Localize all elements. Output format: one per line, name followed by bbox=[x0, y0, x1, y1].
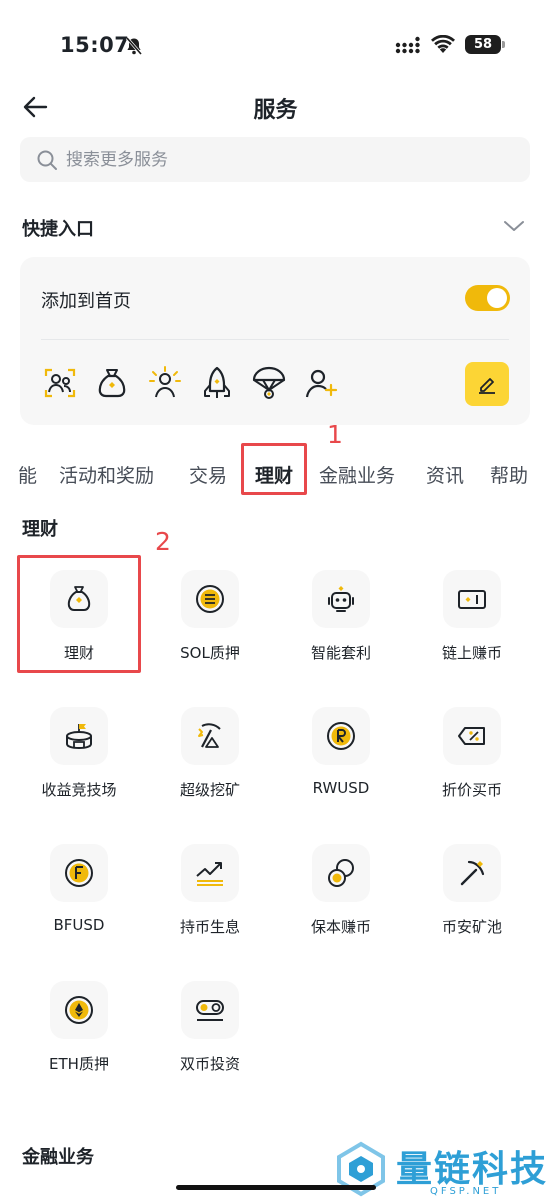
quick-entry-title: 快捷入口 bbox=[22, 219, 94, 240]
service-yield-arena[interactable]: 收益竞技场 bbox=[14, 707, 144, 827]
search-icon bbox=[37, 150, 57, 170]
robot-icon bbox=[328, 586, 354, 612]
sun-person-icon[interactable] bbox=[147, 365, 183, 401]
watermark: 量链科技 QFSP.NET bbox=[332, 1138, 551, 1200]
search-bar[interactable] bbox=[20, 137, 530, 182]
bell-muted-icon bbox=[125, 37, 143, 55]
tab-activities-rewards[interactable]: 活动和奖励 bbox=[59, 461, 154, 488]
divider bbox=[41, 339, 509, 340]
service-dual-investment[interactable]: 双币投资 bbox=[145, 981, 275, 1101]
tab-financial-business[interactable]: 金融业务 bbox=[319, 461, 395, 488]
annotation-number-1: 1 bbox=[327, 420, 343, 449]
home-indicator bbox=[176, 1185, 376, 1190]
cellular-signal-icon bbox=[395, 36, 420, 54]
watermark-text: 量链科技 bbox=[396, 1149, 549, 1190]
service-tile bbox=[181, 844, 239, 902]
edit-button[interactable] bbox=[465, 362, 509, 406]
service-principal-protected[interactable]: 保本赚币 bbox=[276, 844, 406, 964]
arena-flag-icon bbox=[66, 724, 92, 750]
service-tile bbox=[181, 570, 239, 628]
rocket-icon[interactable] bbox=[199, 365, 235, 401]
service-super-mining[interactable]: 超级挖矿 bbox=[145, 707, 275, 827]
discount-tag-icon bbox=[458, 727, 485, 745]
service-tile bbox=[443, 707, 501, 765]
add-user-icon[interactable] bbox=[303, 365, 339, 401]
annotation-number-2: 2 bbox=[155, 527, 171, 556]
service-label: ETH质押 bbox=[49, 1055, 109, 1073]
service-label: 双币投资 bbox=[179, 1055, 240, 1073]
service-label: 持币生息 bbox=[179, 918, 240, 936]
service-label: 币安矿池 bbox=[441, 918, 502, 936]
onchain-wallet-icon bbox=[458, 590, 486, 609]
battery-indicator: 58 bbox=[465, 35, 505, 54]
service-binance-pool[interactable]: 币安矿池 bbox=[407, 844, 537, 964]
dual-coin-icon bbox=[196, 1000, 224, 1021]
search-input[interactable] bbox=[66, 137, 506, 182]
section-title-finance: 理财 bbox=[22, 519, 58, 540]
bfusd-coin-icon bbox=[65, 859, 93, 887]
coins-icon bbox=[328, 859, 354, 887]
service-discount-buy[interactable]: 折价买币 bbox=[407, 707, 537, 827]
service-bfusd[interactable]: BFUSD bbox=[14, 844, 144, 964]
watermark-subtext: QFSP.NET bbox=[430, 1186, 502, 1197]
service-eth-staking[interactable]: ETH质押 bbox=[14, 981, 144, 1101]
money-bag-icon[interactable] bbox=[94, 365, 130, 401]
annotation-box-2 bbox=[17, 555, 141, 673]
service-label: 超级挖矿 bbox=[179, 781, 240, 799]
service-label: BFUSD bbox=[53, 916, 105, 934]
annotation-box-1 bbox=[241, 443, 307, 495]
service-label: RWUSD bbox=[312, 779, 370, 797]
service-tile bbox=[443, 844, 501, 902]
service-tile bbox=[443, 570, 501, 628]
eth-coin-icon bbox=[65, 996, 93, 1024]
tab-trading[interactable]: 交易 bbox=[189, 461, 227, 488]
service-smart-arbitrage[interactable]: 智能套利 bbox=[276, 570, 406, 690]
mining-pickaxe-icon bbox=[198, 723, 221, 748]
service-label: 折价买币 bbox=[441, 781, 502, 799]
service-sol-staking[interactable]: SOL质押 bbox=[145, 570, 275, 690]
service-label: SOL质押 bbox=[180, 644, 240, 662]
service-label: 收益竞技场 bbox=[41, 781, 117, 799]
service-tile bbox=[50, 707, 108, 765]
service-rwusd[interactable]: RWUSD bbox=[276, 707, 406, 827]
service-tile bbox=[312, 844, 370, 902]
service-label: 保本赚币 bbox=[310, 918, 371, 936]
service-tile bbox=[50, 981, 108, 1039]
tab-help[interactable]: 帮助 bbox=[490, 461, 528, 488]
rwusd-coin-icon bbox=[327, 722, 355, 750]
profile-scan-icon[interactable] bbox=[42, 365, 78, 401]
service-onchain-earn[interactable]: 链上赚币 bbox=[407, 570, 537, 690]
add-to-home-toggle[interactable] bbox=[465, 285, 510, 311]
sol-coin-icon bbox=[196, 585, 224, 613]
service-tile bbox=[181, 707, 239, 765]
service-tile bbox=[312, 570, 370, 628]
service-hold-interest[interactable]: 持币生息 bbox=[145, 844, 275, 964]
wifi-icon bbox=[431, 35, 455, 53]
tab-function[interactable]: 能 bbox=[18, 461, 37, 488]
tab-news[interactable]: 资讯 bbox=[426, 461, 464, 488]
toggle-knob bbox=[487, 288, 507, 308]
service-tile bbox=[181, 981, 239, 1039]
status-time: 15:07 bbox=[60, 33, 130, 57]
section-title-financial-business: 金融业务 bbox=[22, 1147, 94, 1168]
edit-pencil-icon bbox=[479, 378, 495, 394]
service-label: 智能套利 bbox=[310, 644, 371, 662]
service-label: 链上赚币 bbox=[441, 644, 502, 662]
parachute-icon[interactable] bbox=[251, 365, 287, 401]
service-tile bbox=[312, 707, 370, 765]
quick-entry-card: 添加到首页 bbox=[20, 257, 530, 425]
trend-up-icon bbox=[196, 862, 223, 886]
service-tile bbox=[50, 844, 108, 902]
pickaxe-icon bbox=[460, 860, 485, 886]
chevron-down-icon[interactable] bbox=[502, 218, 526, 234]
page-title: 服务 bbox=[253, 98, 298, 123]
status-bar: 15:07 58 bbox=[0, 0, 551, 80]
add-to-home-label: 添加到首页 bbox=[41, 291, 131, 312]
